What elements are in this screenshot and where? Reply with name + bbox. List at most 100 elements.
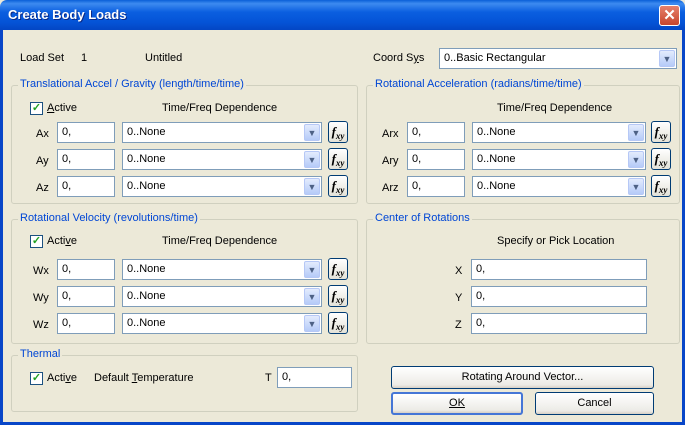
arx-dependence-select[interactable]: 0..None ▼	[472, 122, 646, 143]
ax-dependence-value: 0..None	[127, 126, 166, 138]
load-set-name: Untitled	[145, 52, 183, 64]
coord-sys-select[interactable]: 0..Basic Rectangular ▼	[439, 48, 677, 69]
check-icon: ✓	[31, 372, 42, 384]
ax-dependence-select[interactable]: 0..None ▼	[122, 122, 322, 143]
ary-label: Ary	[382, 155, 399, 167]
az-fxy-button[interactable]: fxy	[328, 175, 348, 197]
wz-label: Wz	[33, 319, 49, 331]
dropdown-arrow-icon[interactable]: ▼	[304, 151, 320, 168]
title-bar[interactable]: Create Body Loads ✕	[0, 0, 685, 30]
coord-sys-value: 0..Basic Rectangular	[444, 52, 546, 64]
fxy-icon: fxy	[331, 151, 345, 168]
ok-label: OK	[449, 397, 465, 409]
arz-fxy-button[interactable]: fxy	[651, 175, 671, 197]
arx-fxy-button[interactable]: fxy	[651, 121, 671, 143]
arx-input[interactable]: 0,	[407, 122, 465, 143]
translational-legend: Translational Accel / Gravity (length/ti…	[18, 78, 246, 90]
ax-label: Ax	[36, 128, 49, 140]
wz-dependence-value: 0..None	[127, 317, 166, 329]
thermal-active-checkbox[interactable]: ✓	[30, 372, 43, 385]
translational-active-checkbox[interactable]: ✓	[30, 102, 43, 115]
wy-input[interactable]: 0,	[57, 286, 115, 307]
ary-input[interactable]: 0,	[407, 149, 465, 170]
center-of-rotations-header: Specify or Pick Location	[497, 235, 615, 247]
rotational-velocity-active-checkbox[interactable]: ✓	[30, 235, 43, 248]
fxy-icon: fxy	[331, 288, 345, 305]
dropdown-arrow-icon[interactable]: ▼	[628, 124, 644, 141]
fxy-icon: fxy	[331, 261, 345, 278]
ay-fxy-button[interactable]: fxy	[328, 148, 348, 170]
ok-button[interactable]: OK	[391, 392, 523, 415]
arx-label: Arx	[382, 128, 399, 140]
ax-fxy-button[interactable]: fxy	[328, 121, 348, 143]
coord-sys-label: Coord Sys	[373, 52, 425, 64]
wx-label: Wx	[33, 265, 49, 277]
dropdown-arrow-icon[interactable]: ▼	[304, 124, 320, 141]
load-set-id: 1	[81, 52, 88, 64]
ay-dependence-value: 0..None	[127, 153, 166, 165]
az-input[interactable]: 0,	[57, 176, 115, 197]
arz-dependence-value: 0..None	[477, 180, 516, 192]
ay-input[interactable]: 0,	[57, 149, 115, 170]
wz-fxy-button[interactable]: fxy	[328, 312, 348, 334]
check-icon: ✓	[31, 235, 42, 247]
translational-active-label: Active	[47, 102, 77, 114]
close-icon: ✕	[663, 7, 676, 24]
center-x-label: X	[455, 265, 463, 277]
check-icon: ✓	[31, 102, 42, 114]
dropdown-arrow-icon[interactable]: ▼	[304, 261, 320, 278]
center-y-input[interactable]: 0,	[471, 286, 647, 307]
fxy-icon: fxy	[654, 124, 668, 141]
translational-time-freq-header: Time/Freq Dependence	[162, 102, 278, 114]
fxy-icon: fxy	[331, 124, 345, 141]
arz-label: Arz	[382, 182, 399, 194]
dropdown-arrow-icon[interactable]: ▼	[628, 178, 644, 195]
fxy-icon: fxy	[331, 315, 345, 332]
dialog-title: Create Body Loads	[8, 7, 127, 22]
thermal-active-label: Active	[47, 372, 77, 384]
fxy-icon: fxy	[654, 151, 668, 168]
wz-dependence-select[interactable]: 0..None ▼	[122, 313, 322, 334]
az-dependence-select[interactable]: 0..None ▼	[122, 176, 322, 197]
az-dependence-value: 0..None	[127, 180, 166, 192]
wx-dependence-value: 0..None	[127, 263, 166, 275]
load-set-label: Load Set	[20, 52, 65, 64]
ary-dependence-select[interactable]: 0..None ▼	[472, 149, 646, 170]
ary-fxy-button[interactable]: fxy	[651, 148, 671, 170]
wy-fxy-button[interactable]: fxy	[328, 285, 348, 307]
center-y-label: Y	[455, 292, 463, 304]
ary-dependence-value: 0..None	[477, 153, 516, 165]
cancel-button[interactable]: Cancel	[535, 392, 654, 415]
dropdown-arrow-icon[interactable]: ▼	[304, 315, 320, 332]
dropdown-arrow-icon[interactable]: ▼	[659, 50, 675, 67]
default-temperature-label: Default Temperature	[94, 372, 194, 384]
wx-input[interactable]: 0,	[57, 259, 115, 280]
fxy-icon: fxy	[654, 178, 668, 195]
t-label: T	[265, 372, 272, 384]
arx-dependence-value: 0..None	[477, 126, 516, 138]
rotational-velocity-active-label: Active	[47, 235, 77, 247]
wz-input[interactable]: 0,	[57, 313, 115, 334]
temperature-input[interactable]: 0,	[277, 367, 352, 388]
create-body-loads-dialog: Create Body Loads ✕ Load Set 1 Untitled …	[0, 0, 685, 425]
dropdown-arrow-icon[interactable]: ▼	[304, 288, 320, 305]
center-z-input[interactable]: 0,	[471, 313, 647, 334]
wx-fxy-button[interactable]: fxy	[328, 258, 348, 280]
ay-dependence-select[interactable]: 0..None ▼	[122, 149, 322, 170]
ax-input[interactable]: 0,	[57, 122, 115, 143]
thermal-legend: Thermal	[18, 348, 63, 360]
close-button[interactable]: ✕	[659, 5, 680, 26]
dropdown-arrow-icon[interactable]: ▼	[304, 178, 320, 195]
fxy-icon: fxy	[331, 178, 345, 195]
rotating-around-vector-button[interactable]: Rotating Around Vector...	[391, 366, 654, 389]
arz-dependence-select[interactable]: 0..None ▼	[472, 176, 646, 197]
window-frame-left	[0, 30, 3, 425]
az-label: Az	[36, 182, 49, 194]
wy-dependence-select[interactable]: 0..None ▼	[122, 286, 322, 307]
center-x-input[interactable]: 0,	[471, 259, 647, 280]
wx-dependence-select[interactable]: 0..None ▼	[122, 259, 322, 280]
dropdown-arrow-icon[interactable]: ▼	[628, 151, 644, 168]
arz-input[interactable]: 0,	[407, 176, 465, 197]
wy-dependence-value: 0..None	[127, 290, 166, 302]
rotational-velocity-legend: Rotational Velocity (revolutions/time)	[18, 212, 200, 224]
